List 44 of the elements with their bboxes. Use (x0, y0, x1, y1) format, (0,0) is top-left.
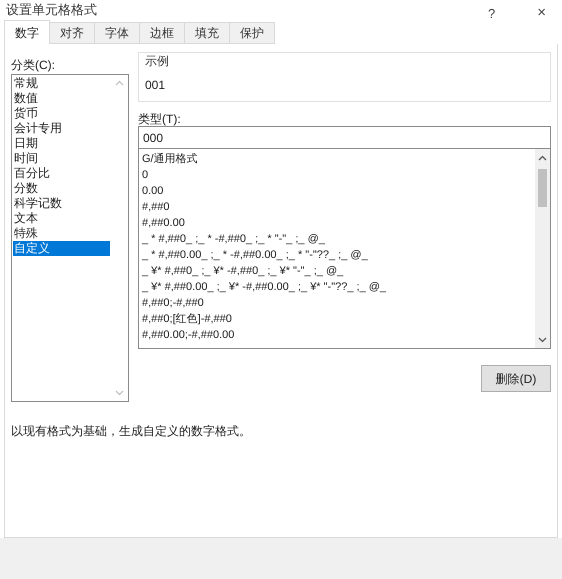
delete-button[interactable]: 删除(D) (481, 365, 551, 392)
format-item[interactable]: #,##0.00 (142, 215, 532, 231)
category-item[interactable]: 百分比 (13, 166, 110, 181)
category-item[interactable]: 分数 (13, 181, 110, 196)
tab[interactable]: 字体 (95, 22, 140, 44)
sample-value: 001 (145, 77, 166, 94)
tab[interactable]: 填充 (185, 22, 230, 44)
category-item[interactable]: 时间 (13, 151, 110, 166)
format-item[interactable]: #,##0;[红色]-#,##0 (142, 311, 532, 327)
format-item[interactable]: _ * #,##0.00_ ;_ * -#,##0.00_ ;_ * "-"??_ ;_ @_ (142, 247, 532, 263)
category-item[interactable]: 文本 (13, 211, 110, 226)
description-text: 以现有格式为基础，生成自定义的数字格式。 (10, 423, 252, 440)
tab[interactable]: 边框 (140, 22, 185, 44)
category-item[interactable]: 货币 (13, 106, 110, 121)
format-item[interactable]: #,##0 (142, 199, 532, 215)
category-item[interactable]: 自定义 (13, 241, 110, 256)
scroll-up-icon[interactable] (538, 155, 547, 161)
format-item[interactable]: #,##0.00;-#,##0.00 (142, 327, 532, 343)
category-item[interactable]: 特殊 (13, 226, 110, 241)
category-item[interactable]: 数值 (13, 91, 110, 106)
tab[interactable]: 保护 (230, 22, 275, 44)
format-item[interactable]: _ ¥* #,##0_ ;_ ¥* -#,##0_ ;_ ¥* "-"_ ;_ @_ (142, 263, 532, 279)
category-item[interactable]: 常规 (13, 76, 110, 91)
format-item[interactable]: 0 (142, 167, 532, 183)
format-item[interactable]: _ ¥* #,##0.00_ ;_ ¥* -#,##0.00_ ;_ ¥* "-"??_ ;_ @_ (142, 279, 532, 295)
category-item[interactable]: 科学记数 (13, 196, 110, 211)
help-button[interactable]: ? (488, 2, 496, 24)
format-item[interactable]: #,##0;-#,##0 (142, 295, 532, 311)
format-item[interactable]: 0.00 (142, 183, 532, 199)
window-title: 设置单元格格式 (6, 1, 97, 19)
sample-label: 示例 (145, 53, 170, 70)
format-item[interactable]: _ * #,##0_ ;_ * -#,##0_ ;_ * "-"_ ;_ @_ (142, 231, 532, 247)
category-item[interactable]: 会计专用 (13, 121, 110, 136)
tab[interactable]: 数字 (4, 20, 50, 44)
close-button[interactable]: × (537, 2, 546, 24)
format-list[interactable] (138, 149, 551, 349)
type-field[interactable]: 000 (138, 126, 551, 149)
category-label: 分类(C): (11, 57, 56, 74)
scrollbar-thumb[interactable] (538, 169, 547, 207)
category-item[interactable]: 日期 (13, 136, 110, 151)
scroll-down-icon[interactable] (538, 337, 547, 343)
type-label: 类型(T): (138, 111, 182, 126)
tab[interactable]: 对齐 (50, 22, 95, 44)
format-item[interactable]: G/通用格式 (142, 151, 532, 167)
